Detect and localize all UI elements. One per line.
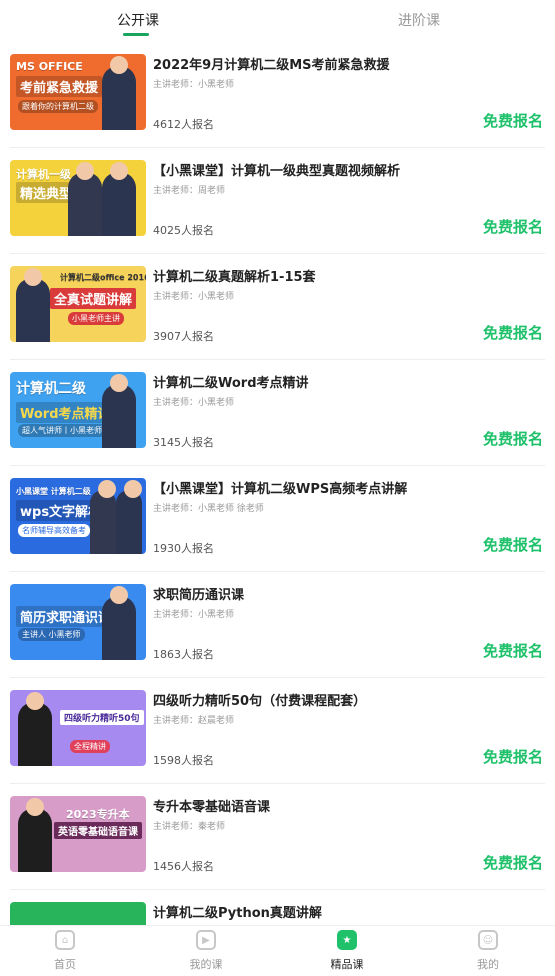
course-title[interactable]: 四级听力精听50句（付费课程配套）	[153, 690, 366, 709]
course-item[interactable]: 计算机二级Python真题讲解	[10, 890, 545, 925]
course-item[interactable]: 小黑课堂 计算机二级 wps文字解析 名师辅导高效备考 【小黑课堂】计算机二级W…	[10, 466, 545, 572]
free-signup-button[interactable]: 免费报名	[483, 216, 543, 237]
course-title[interactable]: 【小黑课堂】计算机二级WPS高频考点讲解	[153, 478, 407, 497]
course-title[interactable]: 【小黑课堂】计算机一级典型真题视频解析	[153, 160, 400, 179]
course-thumbnail[interactable]: 简历求职通识课 主讲人 小黑老师	[10, 584, 146, 660]
course-thumbnail[interactable]: MS OFFICE 考前紧急救援 跟着你的计算机二级	[10, 54, 146, 130]
thumb-text: 全程精讲	[70, 740, 110, 753]
course-thumbnail[interactable]: 计算机二级office 2016版 全真试题讲解 小黑老师主讲	[10, 266, 146, 342]
signup-count: 1930人报名	[153, 542, 214, 555]
nav-label: 我的	[477, 958, 499, 971]
home-icon: ⌂	[55, 930, 75, 950]
signup-count: 4025人报名	[153, 224, 214, 237]
signup-count: 1598人报名	[153, 754, 214, 767]
course-teacher: 主讲老师：小黑老师	[153, 292, 235, 302]
thumb-text: 超人气讲师丨小黑老师	[18, 424, 106, 437]
thumb-text: 英语零基础语音课	[54, 822, 142, 839]
course-title[interactable]: 专升本零基础语音课	[153, 796, 270, 815]
thumb-text: 四级听力精听50句	[60, 710, 144, 725]
thumb-text: 计算机二级	[16, 381, 86, 397]
tab-advanced[interactable]: 进阶课	[398, 10, 440, 30]
course-title[interactable]: 计算机二级真题解析1-15套	[153, 266, 316, 285]
course-teacher: 主讲老师：小黑老师	[153, 398, 235, 408]
course-thumbnail[interactable]: 计算机一级 精选典型真题	[10, 160, 146, 236]
signup-count: 3145人报名	[153, 436, 214, 449]
course-teacher: 主讲老师：小黑老师 徐老师	[153, 504, 264, 514]
course-teacher: 主讲老师：秦老师	[153, 822, 226, 832]
signup-count: 1456人报名	[153, 860, 214, 873]
thumb-text: 主讲人 小黑老师	[18, 628, 85, 641]
bottom-navigation: ⌂ 首页 ▶ 我的课 ★ 精品课 ☺ 我的	[0, 925, 555, 976]
course-title[interactable]: 求职简历通识课	[153, 584, 244, 603]
nav-label: 我的课	[189, 958, 223, 971]
active-tab-indicator	[123, 33, 149, 36]
course-item[interactable]: MS OFFICE 考前紧急救援 跟着你的计算机二级 2022年9月计算机二级M…	[10, 42, 545, 148]
course-thumbnail[interactable]: 小黑课堂 计算机二级 wps文字解析 名师辅导高效备考	[10, 478, 146, 554]
nav-premium-courses[interactable]: ★ 精品课	[312, 930, 382, 972]
course-item[interactable]: 四级听力精听50句 全程精讲 四级听力精听50句（付费课程配套） 主讲老师：赵晨…	[10, 678, 545, 784]
star-icon: ★	[337, 930, 357, 950]
thumb-text: 2023专升本	[66, 808, 130, 821]
play-icon: ▶	[196, 930, 216, 950]
course-title[interactable]: 计算机二级Word考点精讲	[153, 372, 309, 391]
thumb-text: 计算机二级office 2016版	[60, 273, 146, 282]
top-tabs: 公开课 进阶课	[0, 0, 555, 40]
teacher-figure	[102, 56, 136, 130]
teacher-figure	[102, 586, 136, 660]
thumb-text: 跟着你的计算机二级	[18, 100, 98, 113]
thumb-text: 计算机一级	[16, 168, 71, 181]
thumb-text: 名师辅导高效备考	[18, 524, 90, 537]
teacher-figure	[102, 162, 136, 236]
free-signup-button[interactable]: 免费报名	[483, 428, 543, 449]
signup-count: 1863人报名	[153, 648, 214, 661]
free-signup-button[interactable]: 免费报名	[483, 852, 543, 873]
nav-my-courses[interactable]: ▶ 我的课	[171, 930, 241, 972]
course-item[interactable]: 简历求职通识课 主讲人 小黑老师 求职简历通识课 主讲老师：小黑老师 1863人…	[10, 572, 545, 678]
thumb-text: 考前紧急救援	[16, 76, 103, 97]
thumb-text: 全真试题讲解	[50, 288, 137, 309]
course-title[interactable]: 2022年9月计算机二级MS考前紧急救援	[153, 54, 390, 73]
smile-icon: ☺	[478, 930, 498, 950]
thumb-text: MS OFFICE	[16, 60, 83, 73]
course-item[interactable]: 计算机二级office 2016版 全真试题讲解 小黑老师主讲 计算机二级真题解…	[10, 254, 545, 360]
free-signup-button[interactable]: 免费报名	[483, 640, 543, 661]
course-item[interactable]: 计算机二级 Word考点精讲 超人气讲师丨小黑老师 计算机二级Word考点精讲 …	[10, 360, 545, 466]
free-signup-button[interactable]: 免费报名	[483, 322, 543, 343]
free-signup-button[interactable]: 免费报名	[483, 110, 543, 131]
nav-me[interactable]: ☺ 我的	[453, 930, 523, 972]
thumb-text: 简历求职通识课	[16, 606, 116, 627]
course-thumbnail[interactable]: 计算机二级 Word考点精讲 超人气讲师丨小黑老师	[10, 372, 146, 448]
thumb-text: Word考点精讲	[16, 402, 115, 423]
course-thumbnail[interactable]: 2023专升本 英语零基础语音课	[10, 796, 146, 872]
nav-label: 精品课	[330, 958, 364, 971]
course-teacher: 主讲老师：小黑老师	[153, 80, 235, 90]
thumb-text: 小黑课堂 计算机二级	[16, 487, 91, 496]
tab-public[interactable]: 公开课	[117, 10, 159, 30]
course-teacher: 主讲老师：赵晨老师	[153, 716, 235, 726]
teacher-figure	[116, 480, 142, 554]
course-teacher: 主讲老师：小黑老师	[153, 610, 235, 620]
teacher-figure	[102, 374, 136, 448]
free-signup-button[interactable]: 免费报名	[483, 746, 543, 767]
nav-home[interactable]: ⌂ 首页	[30, 930, 100, 972]
signup-count: 3907人报名	[153, 330, 214, 343]
free-signup-button[interactable]: 免费报名	[483, 534, 543, 555]
nav-label: 首页	[54, 958, 76, 971]
teacher-figure	[18, 692, 52, 766]
course-item[interactable]: 计算机一级 精选典型真题 【小黑课堂】计算机一级典型真题视频解析 主讲老师：周老…	[10, 148, 545, 254]
thumb-text: 小黑老师主讲	[68, 312, 124, 325]
teacher-figure	[16, 268, 50, 342]
teacher-figure	[18, 798, 52, 872]
course-thumbnail[interactable]: 四级听力精听50句 全程精讲	[10, 690, 146, 766]
teacher-figure	[68, 162, 102, 236]
course-teacher: 主讲老师：周老师	[153, 186, 226, 196]
course-list: MS OFFICE 考前紧急救援 跟着你的计算机二级 2022年9月计算机二级M…	[0, 42, 555, 925]
course-title[interactable]: 计算机二级Python真题讲解	[153, 902, 322, 921]
signup-count: 4612人报名	[153, 118, 214, 131]
teacher-figure	[90, 480, 116, 554]
course-item[interactable]: 2023专升本 英语零基础语音课 专升本零基础语音课 主讲老师：秦老师 1456…	[10, 784, 545, 890]
course-thumbnail[interactable]	[10, 902, 146, 925]
